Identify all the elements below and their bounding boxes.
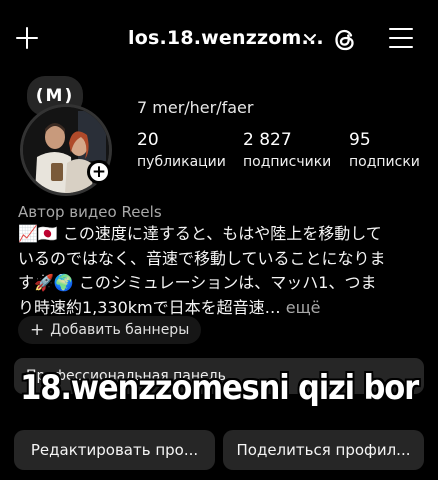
add-banners-label: Добавить баннеры	[50, 322, 190, 338]
pronouns: 7 mer/her/faer	[137, 98, 254, 117]
bio-line: す🚀🌍 このシミュレーションは、マッハ1、つま	[18, 273, 377, 292]
bio-more-link[interactable]: ещё	[286, 298, 321, 317]
stat-following-value: 95	[349, 130, 371, 150]
profile-username[interactable]: los.18.wenzzom...	[128, 27, 324, 49]
stat-following[interactable]: 95 подписки	[349, 130, 420, 170]
threads-icon[interactable]	[331, 26, 359, 54]
add-story-icon[interactable]: +	[87, 160, 111, 184]
stat-followers-value: 2 827	[243, 130, 292, 150]
chevron-down-icon[interactable]	[303, 32, 317, 44]
stat-following-label: подписки	[349, 154, 420, 170]
bio-line: 📈🇯🇵 この速度に達すると、もはや陸上を移動して	[18, 224, 382, 243]
overlay-caption: 18.wenzzomesni qizi bor	[2, 362, 436, 414]
plus-icon: +	[30, 320, 45, 340]
menu-icon[interactable]	[389, 27, 413, 49]
edit-profile-button[interactable]: Редактировать про...	[14, 430, 215, 470]
stat-followers-label: подписчики	[243, 154, 332, 170]
stat-posts-label: публикации	[137, 154, 226, 170]
top-bar: los.18.wenzzom...	[0, 0, 438, 78]
stat-followers[interactable]: 2 827 подписчики	[243, 130, 331, 170]
stat-posts[interactable]: 20 публикации	[137, 130, 226, 170]
plus-icon[interactable]	[15, 26, 39, 50]
bio-line: いるのではなく、音速で移動していることになりま	[18, 248, 386, 268]
share-profile-button[interactable]: Поделиться профил...	[223, 430, 424, 470]
stat-posts-value: 20	[137, 130, 159, 150]
overlay-caption-text: 18.wenzzomesni qizi bor	[20, 368, 419, 408]
bio-line: り時速約1,330kmで日本を超音速…	[18, 297, 281, 317]
profile-category: Автор видео Reels	[18, 203, 162, 221]
add-banners-button[interactable]: + Добавить баннеры	[18, 316, 202, 344]
profile-bio: 📈🇯🇵 この速度に達すると、もはや陸上を移動して いるのではなく、音速で移動して…	[18, 222, 430, 320]
